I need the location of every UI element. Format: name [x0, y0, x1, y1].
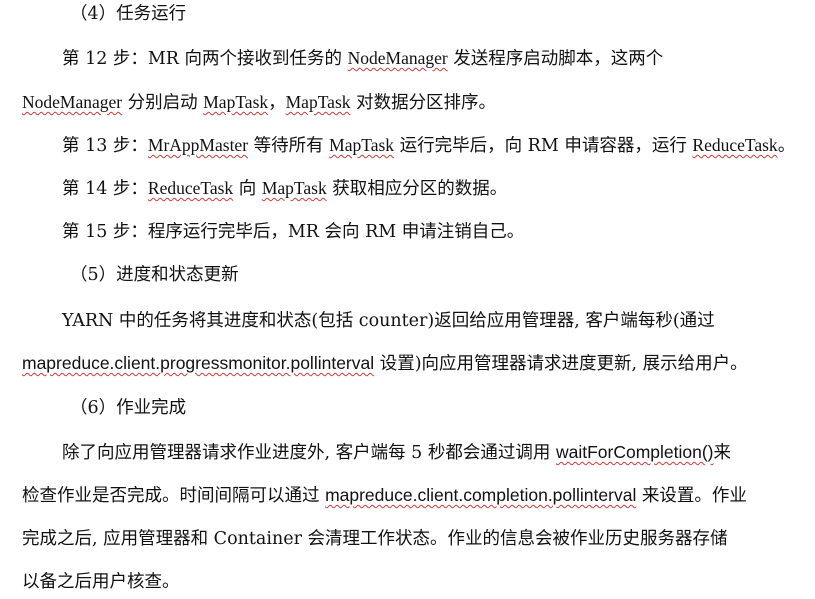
- document-page: （4）任务运行 第 12 步：MR 向两个接收到任务的 NodeManager …: [0, 0, 815, 599]
- term-mrappmaster: MrAppMaster: [147, 135, 249, 155]
- term-nodemanager: NodeManager: [22, 92, 123, 112]
- method-waitforcompletion: waitForCompletion(): [555, 442, 714, 462]
- step-13-text-end: 。: [777, 136, 796, 156]
- step-14-text: 第 14 步：: [62, 179, 148, 199]
- step-12-text-end: 对数据分区排序。: [350, 93, 497, 113]
- term-maptask: MapTask: [329, 135, 395, 155]
- completion-paragraph-text: 检查作业是否完成。时间间隔可以通过: [22, 486, 326, 506]
- term-reducetask: ReduceTask: [147, 178, 234, 198]
- step-12-line-2: NodeManager 分别启动 MapTask，MapTask 对数据分区排序…: [22, 90, 815, 115]
- section-heading-task-run: （4）任务运行: [70, 4, 187, 24]
- step-13-text-cont: 等待所有: [248, 136, 330, 156]
- step-14-text-cont: 向: [233, 179, 262, 199]
- term-nodemanager: NodeManager: [347, 48, 448, 68]
- step-14-line: 第 14 步：ReduceTask 向 MapTask 获取相应分区的数据。: [62, 176, 815, 201]
- section-heading-progress-status: （5）进度和状态更新: [70, 265, 239, 285]
- config-property-progressmonitor: mapreduce.client.progressmonitor.pollint…: [22, 353, 375, 373]
- step-13-line: 第 13 步：MrAppMaster 等待所有 MapTask 运行完毕后，向 …: [62, 133, 815, 158]
- step-12-punct: ，: [268, 93, 286, 113]
- step-12-text: 第 12 步：MR 向两个接收到任务的: [62, 49, 348, 69]
- term-reducetask: ReduceTask: [692, 135, 778, 155]
- step-12-text-cont: 分别启动: [122, 93, 204, 113]
- step-14-text-end: 获取相应分区的数据。: [326, 179, 508, 199]
- progress-paragraph-text: 设置)向应用管理器请求进度更新, 展示给用户。: [374, 354, 748, 374]
- step-12-line-1: 第 12 步：MR 向两个接收到任务的 NodeManager 发送程序启动脚本…: [62, 46, 815, 71]
- completion-paragraph-line-1: 除了向应用管理器请求作业进度外, 客户端每 5 秒都会通过调用 waitForC…: [62, 440, 815, 465]
- term-maptask: MapTask: [203, 92, 269, 112]
- completion-paragraph-text-cont: 来设置。作业: [636, 486, 747, 506]
- section-heading-job-complete: （6）作业完成: [70, 398, 187, 418]
- progress-paragraph-line-1: YARN 中的任务将其进度和状态(包括 counter)返回给应用管理器, 客户…: [62, 311, 715, 331]
- completion-paragraph-text: 除了向应用管理器请求作业进度外, 客户端每 5 秒都会通过调用: [62, 443, 556, 463]
- progress-paragraph-line-2: mapreduce.client.progressmonitor.pollint…: [22, 351, 815, 376]
- step-13-text-cont: 运行完毕后，向 RM 申请容器，运行: [394, 136, 693, 156]
- config-property-completion: mapreduce.client.completion.pollinterval: [325, 485, 637, 505]
- step-13-text: 第 13 步：: [62, 136, 148, 156]
- completion-paragraph-text-cont: 来: [713, 443, 732, 463]
- step-12-text-cont: 发送程序启动脚本，这两个: [447, 49, 664, 69]
- completion-paragraph-line-4: 以备之后用户核查。: [22, 572, 180, 592]
- completion-paragraph-line-3: 完成之后, 应用管理器和 Container 会清理工作状态。作业的信息会被作业…: [22, 529, 728, 549]
- completion-paragraph-line-2: 检查作业是否完成。时间间隔可以通过 mapreduce.client.compl…: [22, 483, 815, 508]
- term-maptask: MapTask: [261, 178, 327, 198]
- step-15-line: 第 15 步：程序运行完毕后，MR 会向 RM 申请注销自己。: [62, 222, 525, 242]
- term-maptask: MapTask: [285, 92, 351, 112]
